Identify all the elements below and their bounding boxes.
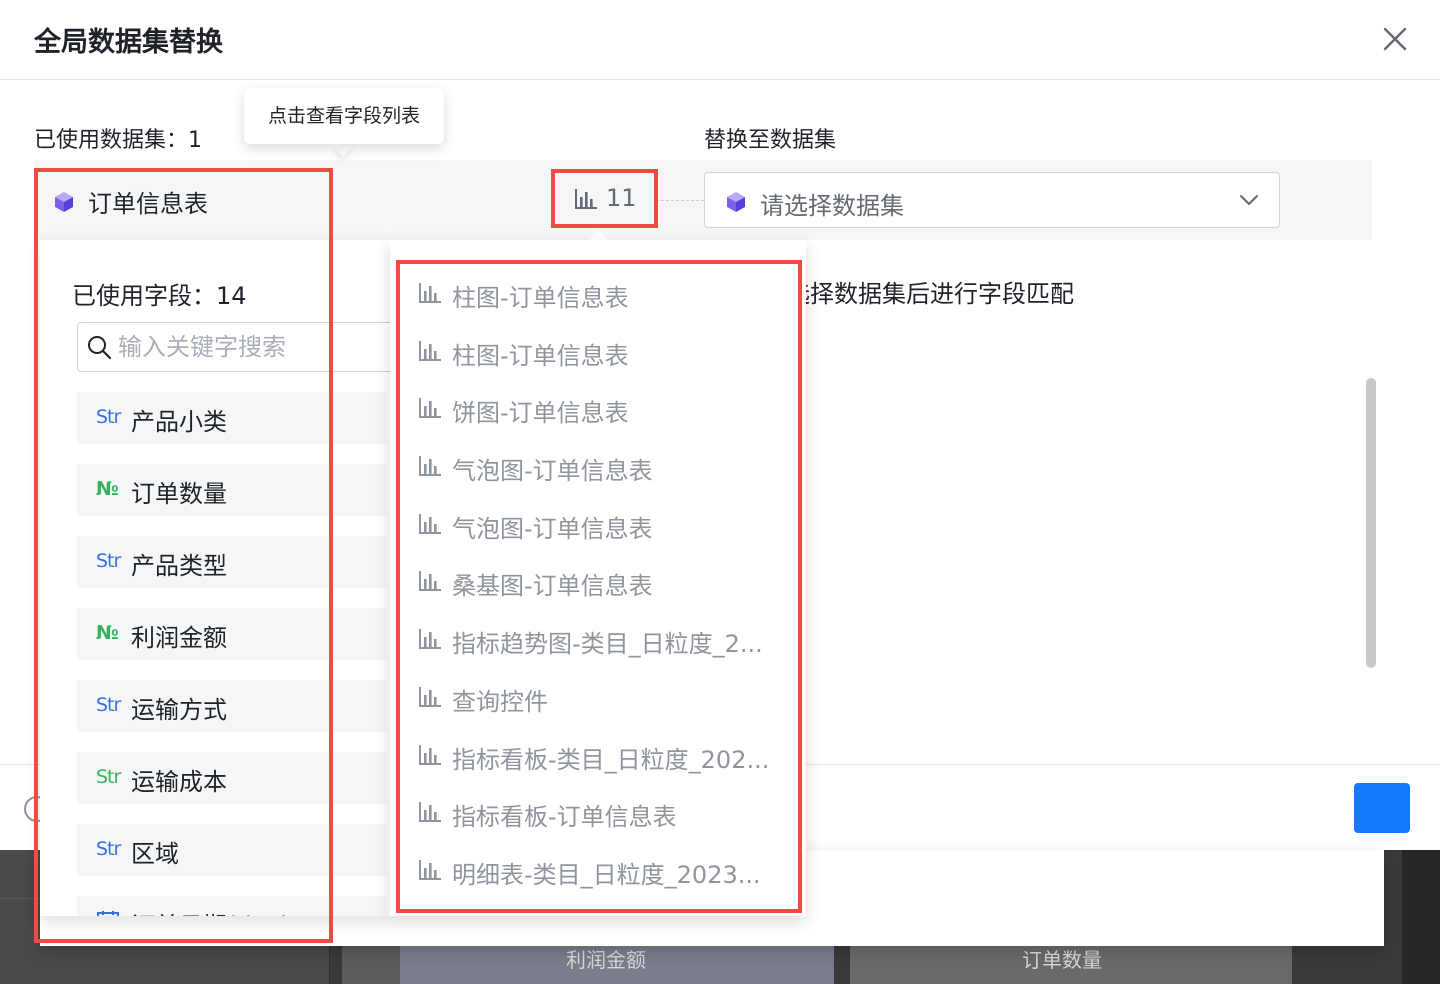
connector-line bbox=[656, 200, 704, 201]
background-right-strip bbox=[1402, 850, 1440, 984]
select-placeholder: 请选择数据集 bbox=[760, 192, 904, 220]
close-icon bbox=[1383, 27, 1407, 51]
close-button[interactable] bbox=[1380, 24, 1410, 54]
match-hint-container: 选择数据集后进行字段匹配 bbox=[806, 274, 1106, 310]
used-dataset-label: 已使用数据集：1 bbox=[34, 128, 202, 153]
background-col2-label: 订单数量 bbox=[1022, 948, 1102, 972]
annotation-highlight-fields bbox=[34, 168, 333, 943]
match-hint: 选择数据集后进行字段匹配 bbox=[806, 280, 1074, 308]
confirm-button[interactable] bbox=[1354, 783, 1410, 833]
annotation-highlight-count bbox=[551, 169, 658, 228]
background-col1-label: 利润金额 bbox=[566, 948, 646, 972]
cube-icon bbox=[727, 192, 745, 212]
dialog-title: 全局数据集替换 bbox=[34, 27, 223, 58]
chevron-down-icon bbox=[1240, 195, 1258, 205]
tooltip: 点击查看字段列表 bbox=[244, 88, 444, 144]
annotation-highlight-charts bbox=[396, 260, 802, 913]
replace-to-label: 替换至数据集 bbox=[704, 128, 837, 153]
scrollbar[interactable] bbox=[1366, 378, 1376, 668]
